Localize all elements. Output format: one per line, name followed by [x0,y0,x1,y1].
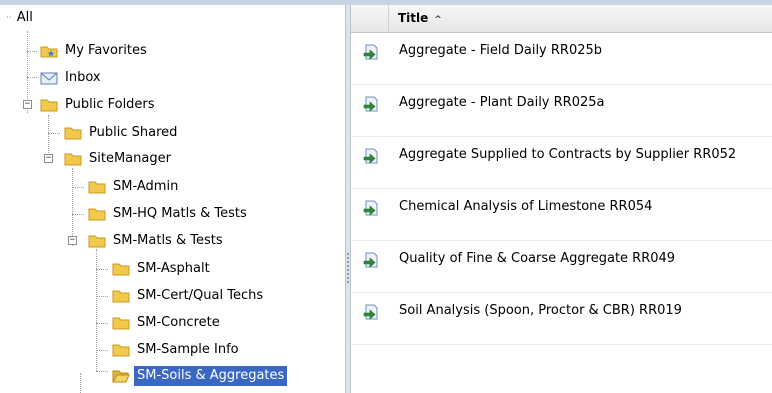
folder-icon [64,153,82,166]
icon-column-header[interactable] [351,5,389,32]
tree-line [96,249,97,371]
folder-icon [40,99,58,112]
tree-line [80,373,81,393]
tree-line [27,51,37,52]
tree-item-all[interactable]: ·· All [6,7,36,29]
folder-icon [112,317,130,330]
folder-icon [64,127,82,140]
report-row[interactable]: Soil Analysis (Spoon, Proctor & CBR) RR0… [351,293,772,345]
report-row[interactable]: Aggregate - Plant Daily RR025a [351,85,772,137]
folder-icon [112,290,130,303]
tree-item-label: SM-Sample Info [137,342,239,357]
tree-item-label: SM-Admin [113,179,179,194]
tree-item-sm-cert-qual-techs[interactable]: SM-Cert/Qual Techs [112,285,266,307]
envelope-icon [40,72,58,85]
report-title[interactable]: Aggregate - Field Daily RR025b [399,43,602,58]
tree-item-sitemanager[interactable]: SiteManager [64,148,174,170]
splitter-grip [347,261,349,263]
report-title[interactable]: Chemical Analysis of Limestone RR054 [399,199,652,214]
tree-item-label: SM-Soils & Aggregates [134,366,288,386]
tree-line [96,350,108,351]
tree-item-label: SiteManager [89,151,171,166]
report-title[interactable]: Aggregate - Plant Daily RR025a [399,95,604,110]
collapse-toggle[interactable]: − [44,154,53,163]
report-title[interactable]: Quality of Fine & Coarse Aggregate RR049 [399,251,675,266]
sort-ascending-icon: ^ [434,15,442,25]
tree-item-my-favorites[interactable]: My Favorites [40,40,150,62]
folder-icon [88,235,106,248]
run-report-icon[interactable] [363,200,379,216]
collapse-toggle[interactable]: − [68,236,77,245]
run-report-icon[interactable] [363,304,379,320]
splitter-grip [347,265,349,267]
splitter-grip [347,253,349,255]
collapse-toggle[interactable]: − [23,100,32,109]
report-row[interactable]: Chemical Analysis of Limestone RR054 [351,189,772,241]
tree-item-public-shared[interactable]: Public Shared [64,122,180,144]
folder-tree[interactable]: ·· All My Favorites Inbox − Public Folde… [0,5,345,393]
splitter-grip [347,273,349,275]
tree-item-sm-sample-info[interactable]: SM-Sample Info [112,339,242,361]
report-row[interactable]: Aggregate Supplied to Contracts by Suppl… [351,137,772,189]
folder-icon [112,344,130,357]
tree-item-sm-asphalt[interactable]: SM-Asphalt [112,258,213,280]
tree-line [96,371,108,372]
title-header-label: Title [398,11,429,25]
favorites-folder-icon [40,46,58,58]
tree-item-sm-matls-tests[interactable]: SM-Matls & Tests [88,230,226,252]
tree-item-label: SM-Concrete [137,315,220,330]
tree-item-label: Public Folders [65,97,155,112]
tree-item-label: Public Shared [89,125,178,140]
run-report-icon[interactable] [363,96,379,112]
tree-line [96,269,108,270]
open-folder-icon [112,370,130,383]
tree-line [72,214,84,215]
folder-icon [88,181,106,194]
tree-item-label: My Favorites [65,43,147,58]
folder-icon [88,208,106,221]
tree-item-sm-admin[interactable]: SM-Admin [88,176,181,198]
report-row[interactable]: Aggregate - Field Daily RR025b [351,33,772,85]
tree-item-label: Inbox [65,70,101,85]
tree-item-label: SM-Cert/Qual Techs [137,288,264,303]
run-report-icon[interactable] [363,252,379,268]
tree-node-dot: ·· [6,13,12,23]
tree-item-public-folders[interactable]: Public Folders [40,94,158,116]
splitter-grip [347,257,349,259]
grid-header: Title ^ [351,5,772,33]
tree-item-sm-soils-aggregates[interactable]: SM-Soils & Aggregates [112,365,288,387]
tree-item-inbox[interactable]: Inbox [40,67,104,89]
tree-line [48,133,60,134]
tree-item-label: SM-Matls & Tests [113,233,223,248]
tree-item-label: All [16,10,33,25]
report-title[interactable]: Aggregate Supplied to Contracts by Suppl… [399,147,736,162]
tree-line [96,323,108,324]
tree-line [72,187,84,188]
splitter-grip [347,269,349,271]
title-column-header[interactable]: Title ^ [398,11,442,25]
tree-item-sm-concrete[interactable]: SM-Concrete [112,312,223,334]
report-list: Title ^ Aggregate - Field Daily RR025b Ag… [351,5,772,393]
report-title[interactable]: Soil Analysis (Spoon, Proctor & CBR) RR0… [399,303,682,318]
splitter-grip [347,281,349,283]
tree-item-label: SM-Asphalt [137,261,210,276]
tree-item-sm-hq-matls-tests[interactable]: SM-HQ Matls & Tests [88,203,250,225]
tree-line [96,296,108,297]
report-row[interactable]: Quality of Fine & Coarse Aggregate RR049 [351,241,772,293]
splitter-grip [347,277,349,279]
folder-icon [112,263,130,276]
run-report-icon[interactable] [363,148,379,164]
tree-item-label: SM-HQ Matls & Tests [113,206,247,221]
run-report-icon[interactable] [363,44,379,60]
tree-line [27,77,37,78]
